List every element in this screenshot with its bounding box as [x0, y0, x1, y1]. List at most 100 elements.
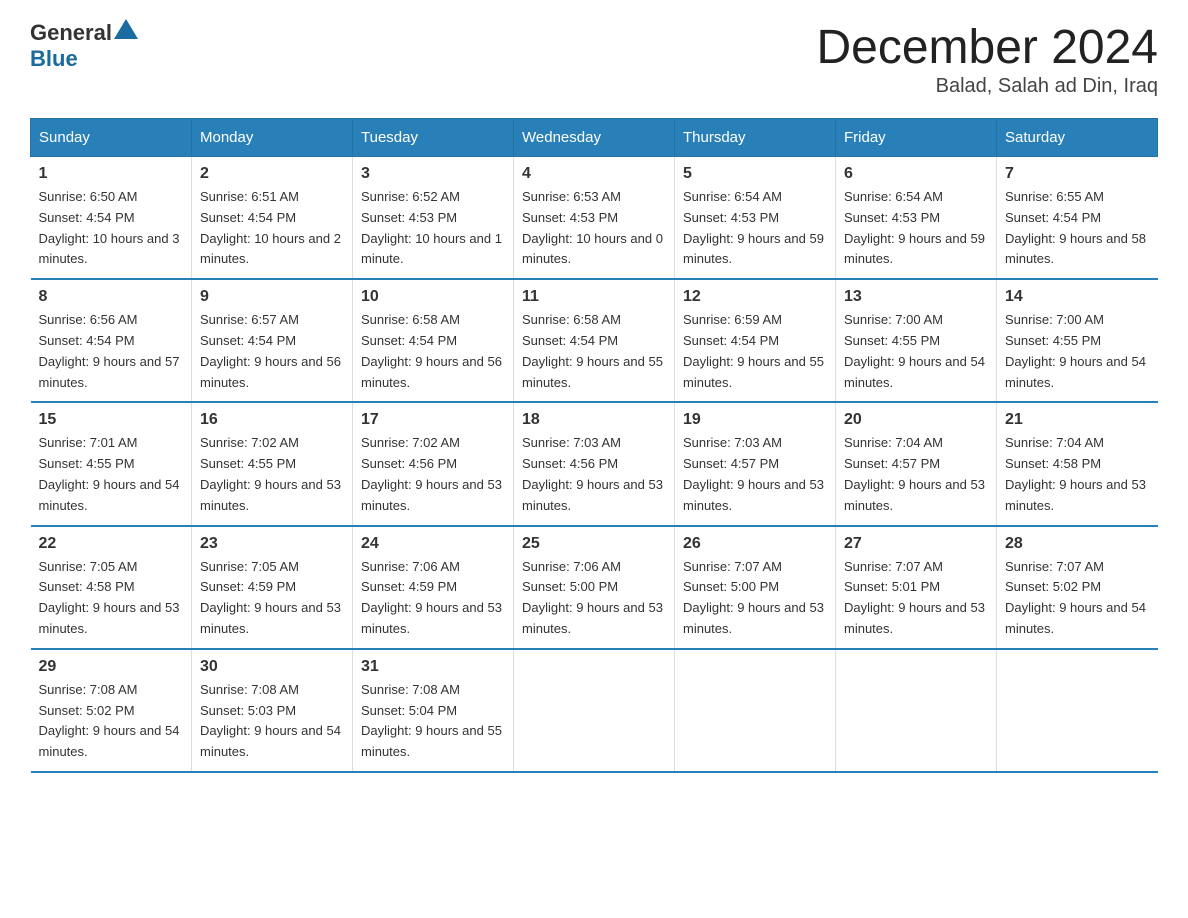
- day-info: Sunrise: 7:05 AM Sunset: 4:58 PM Dayligh…: [39, 557, 184, 640]
- day-cell: 28 Sunrise: 7:07 AM Sunset: 5:02 PM Dayl…: [997, 526, 1158, 649]
- day-cell: 29 Sunrise: 7:08 AM Sunset: 5:02 PM Dayl…: [31, 649, 192, 772]
- day-number: 3: [361, 165, 505, 183]
- day-info: Sunrise: 6:54 AM Sunset: 4:53 PM Dayligh…: [844, 187, 988, 270]
- day-number: 31: [361, 658, 505, 676]
- day-cell: 4 Sunrise: 6:53 AM Sunset: 4:53 PM Dayli…: [514, 157, 675, 280]
- day-cell: [997, 649, 1158, 772]
- day-number: 27: [844, 535, 988, 553]
- day-cell: 15 Sunrise: 7:01 AM Sunset: 4:55 PM Dayl…: [31, 402, 192, 525]
- week-row-2: 8 Sunrise: 6:56 AM Sunset: 4:54 PM Dayli…: [31, 279, 1158, 402]
- day-info: Sunrise: 6:54 AM Sunset: 4:53 PM Dayligh…: [683, 187, 827, 270]
- day-cell: 21 Sunrise: 7:04 AM Sunset: 4:58 PM Dayl…: [997, 402, 1158, 525]
- day-cell: [675, 649, 836, 772]
- header-saturday: Saturday: [997, 119, 1158, 157]
- day-cell: 23 Sunrise: 7:05 AM Sunset: 4:59 PM Dayl…: [192, 526, 353, 649]
- calendar-header-row: SundayMondayTuesdayWednesdayThursdayFrid…: [31, 119, 1158, 157]
- day-cell: 24 Sunrise: 7:06 AM Sunset: 4:59 PM Dayl…: [353, 526, 514, 649]
- calendar-table: SundayMondayTuesdayWednesdayThursdayFrid…: [30, 118, 1158, 773]
- day-cell: [836, 649, 997, 772]
- week-row-5: 29 Sunrise: 7:08 AM Sunset: 5:02 PM Dayl…: [31, 649, 1158, 772]
- logo-general-text: General: [30, 20, 112, 46]
- day-number: 30: [200, 658, 344, 676]
- day-number: 19: [683, 411, 827, 429]
- header-tuesday: Tuesday: [353, 119, 514, 157]
- day-cell: 27 Sunrise: 7:07 AM Sunset: 5:01 PM Dayl…: [836, 526, 997, 649]
- day-info: Sunrise: 7:04 AM Sunset: 4:57 PM Dayligh…: [844, 433, 988, 516]
- week-row-4: 22 Sunrise: 7:05 AM Sunset: 4:58 PM Dayl…: [31, 526, 1158, 649]
- day-number: 16: [200, 411, 344, 429]
- day-number: 10: [361, 288, 505, 306]
- day-info: Sunrise: 7:02 AM Sunset: 4:56 PM Dayligh…: [361, 433, 505, 516]
- day-info: Sunrise: 7:08 AM Sunset: 5:02 PM Dayligh…: [39, 680, 184, 763]
- day-number: 8: [39, 288, 184, 306]
- day-cell: 3 Sunrise: 6:52 AM Sunset: 4:53 PM Dayli…: [353, 157, 514, 280]
- day-cell: 26 Sunrise: 7:07 AM Sunset: 5:00 PM Dayl…: [675, 526, 836, 649]
- day-cell: 7 Sunrise: 6:55 AM Sunset: 4:54 PM Dayli…: [997, 157, 1158, 280]
- day-info: Sunrise: 7:08 AM Sunset: 5:03 PM Dayligh…: [200, 680, 344, 763]
- day-info: Sunrise: 7:03 AM Sunset: 4:57 PM Dayligh…: [683, 433, 827, 516]
- day-info: Sunrise: 7:00 AM Sunset: 4:55 PM Dayligh…: [1005, 310, 1150, 393]
- day-number: 29: [39, 658, 184, 676]
- day-info: Sunrise: 6:50 AM Sunset: 4:54 PM Dayligh…: [39, 187, 184, 270]
- day-info: Sunrise: 6:52 AM Sunset: 4:53 PM Dayligh…: [361, 187, 505, 270]
- day-info: Sunrise: 6:55 AM Sunset: 4:54 PM Dayligh…: [1005, 187, 1150, 270]
- header-wednesday: Wednesday: [514, 119, 675, 157]
- day-info: Sunrise: 7:05 AM Sunset: 4:59 PM Dayligh…: [200, 557, 344, 640]
- day-cell: 22 Sunrise: 7:05 AM Sunset: 4:58 PM Dayl…: [31, 526, 192, 649]
- day-number: 4: [522, 165, 666, 183]
- day-number: 7: [1005, 165, 1150, 183]
- day-cell: 1 Sunrise: 6:50 AM Sunset: 4:54 PM Dayli…: [31, 157, 192, 280]
- day-number: 5: [683, 165, 827, 183]
- day-info: Sunrise: 6:58 AM Sunset: 4:54 PM Dayligh…: [361, 310, 505, 393]
- header-monday: Monday: [192, 119, 353, 157]
- day-number: 15: [39, 411, 184, 429]
- day-cell: 10 Sunrise: 6:58 AM Sunset: 4:54 PM Dayl…: [353, 279, 514, 402]
- day-info: Sunrise: 7:07 AM Sunset: 5:00 PM Dayligh…: [683, 557, 827, 640]
- day-cell: 19 Sunrise: 7:03 AM Sunset: 4:57 PM Dayl…: [675, 402, 836, 525]
- day-info: Sunrise: 7:00 AM Sunset: 4:55 PM Dayligh…: [844, 310, 988, 393]
- day-cell: 12 Sunrise: 6:59 AM Sunset: 4:54 PM Dayl…: [675, 279, 836, 402]
- day-info: Sunrise: 6:57 AM Sunset: 4:54 PM Dayligh…: [200, 310, 344, 393]
- day-number: 24: [361, 535, 505, 553]
- day-info: Sunrise: 7:01 AM Sunset: 4:55 PM Dayligh…: [39, 433, 184, 516]
- logo: General Blue: [30, 20, 138, 72]
- day-info: Sunrise: 7:02 AM Sunset: 4:55 PM Dayligh…: [200, 433, 344, 516]
- day-cell: [514, 649, 675, 772]
- day-number: 25: [522, 535, 666, 553]
- day-number: 21: [1005, 411, 1150, 429]
- day-number: 20: [844, 411, 988, 429]
- location-title: Balad, Salah ad Din, Iraq: [816, 75, 1158, 98]
- week-row-3: 15 Sunrise: 7:01 AM Sunset: 4:55 PM Dayl…: [31, 402, 1158, 525]
- page-header: General Blue December 2024 Balad, Salah …: [30, 20, 1158, 98]
- day-info: Sunrise: 7:04 AM Sunset: 4:58 PM Dayligh…: [1005, 433, 1150, 516]
- day-cell: 20 Sunrise: 7:04 AM Sunset: 4:57 PM Dayl…: [836, 402, 997, 525]
- header-friday: Friday: [836, 119, 997, 157]
- day-number: 23: [200, 535, 344, 553]
- day-cell: 16 Sunrise: 7:02 AM Sunset: 4:55 PM Dayl…: [192, 402, 353, 525]
- day-cell: 25 Sunrise: 7:06 AM Sunset: 5:00 PM Dayl…: [514, 526, 675, 649]
- day-cell: 5 Sunrise: 6:54 AM Sunset: 4:53 PM Dayli…: [675, 157, 836, 280]
- day-cell: 9 Sunrise: 6:57 AM Sunset: 4:54 PM Dayli…: [192, 279, 353, 402]
- day-number: 1: [39, 165, 184, 183]
- day-info: Sunrise: 7:07 AM Sunset: 5:02 PM Dayligh…: [1005, 557, 1150, 640]
- day-cell: 17 Sunrise: 7:02 AM Sunset: 4:56 PM Dayl…: [353, 402, 514, 525]
- day-number: 9: [200, 288, 344, 306]
- day-info: Sunrise: 7:08 AM Sunset: 5:04 PM Dayligh…: [361, 680, 505, 763]
- day-cell: 13 Sunrise: 7:00 AM Sunset: 4:55 PM Dayl…: [836, 279, 997, 402]
- week-row-1: 1 Sunrise: 6:50 AM Sunset: 4:54 PM Dayli…: [31, 157, 1158, 280]
- day-number: 14: [1005, 288, 1150, 306]
- day-number: 22: [39, 535, 184, 553]
- day-cell: 31 Sunrise: 7:08 AM Sunset: 5:04 PM Dayl…: [353, 649, 514, 772]
- title-section: December 2024 Balad, Salah ad Din, Iraq: [816, 20, 1158, 98]
- logo-triangle-icon: [114, 19, 138, 39]
- day-number: 12: [683, 288, 827, 306]
- day-number: 2: [200, 165, 344, 183]
- day-info: Sunrise: 6:53 AM Sunset: 4:53 PM Dayligh…: [522, 187, 666, 270]
- day-number: 6: [844, 165, 988, 183]
- day-cell: 18 Sunrise: 7:03 AM Sunset: 4:56 PM Dayl…: [514, 402, 675, 525]
- day-info: Sunrise: 7:07 AM Sunset: 5:01 PM Dayligh…: [844, 557, 988, 640]
- day-number: 13: [844, 288, 988, 306]
- day-cell: 14 Sunrise: 7:00 AM Sunset: 4:55 PM Dayl…: [997, 279, 1158, 402]
- day-cell: 2 Sunrise: 6:51 AM Sunset: 4:54 PM Dayli…: [192, 157, 353, 280]
- day-cell: 6 Sunrise: 6:54 AM Sunset: 4:53 PM Dayli…: [836, 157, 997, 280]
